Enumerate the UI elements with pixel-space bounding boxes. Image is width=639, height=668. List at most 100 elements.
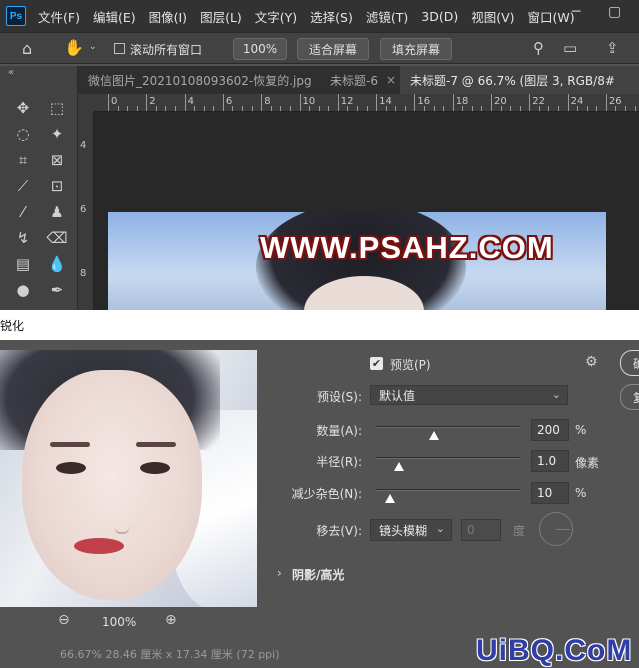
fill-screen-button[interactable]: 填充屏幕 (380, 38, 452, 60)
noise-slider-thumb[interactable] (385, 494, 395, 503)
ruler-minor-tick (367, 106, 368, 111)
canvas-area[interactable]: WWW.PSAHZ.COM (94, 112, 639, 318)
ruler-tick (108, 94, 109, 111)
canvas-watermark: WWW.PSAHZ.COM (260, 230, 554, 266)
scroll-all-label: 滚动所有窗口 (130, 41, 202, 58)
noise-slider-track[interactable] (376, 489, 520, 491)
ruler-minor-tick (472, 106, 473, 111)
move-tool-icon[interactable]: ✥ (10, 96, 36, 120)
pen-tool-icon[interactable]: ✒ (44, 278, 70, 302)
radius-slider-thumb[interactable] (394, 462, 404, 471)
angle-dial-needle (556, 529, 570, 530)
chevron-down-icon: ⌄ (436, 522, 445, 535)
tab-wechat-image[interactable]: 微信图片_20210108093602-恢复的.jpg × (78, 66, 320, 94)
photoshop-logo: Ps (6, 6, 26, 26)
amount-field[interactable]: 200 (531, 419, 569, 441)
menu-image[interactable]: 图像(I) (149, 7, 187, 26)
remove-value: 镜头模糊 (379, 522, 427, 539)
stamp-tool-icon[interactable]: ♟ (44, 200, 70, 224)
brow-shape (50, 442, 90, 447)
chevron-down-icon: ⌄ (552, 388, 561, 401)
close-icon[interactable]: × (386, 73, 396, 87)
reduce-noise-label: 减少杂色(N): (272, 485, 362, 502)
menu-view[interactable]: 视图(V) (471, 7, 514, 26)
preset-dropdown[interactable]: 默认值 ⌄ (370, 385, 568, 405)
gradient-tool-icon[interactable]: ▤ (10, 252, 36, 276)
menu-layer[interactable]: 图层(L) (200, 7, 242, 26)
lasso-tool-icon[interactable]: ◌ (10, 122, 36, 146)
chevron-right-icon[interactable]: › (277, 566, 282, 580)
noise-field[interactable]: 10 (531, 482, 569, 504)
ruler-minor-tick (625, 106, 626, 111)
ruler-tick (376, 94, 377, 111)
cancel-button[interactable]: 复 (620, 384, 639, 410)
scroll-all-checkbox[interactable] (114, 43, 125, 57)
menu-3d[interactable]: 3D(D) (421, 9, 458, 24)
radius-unit: 像素 (575, 454, 599, 471)
ruler-minor-tick (242, 106, 243, 111)
preview-checkbox[interactable]: ✔ (370, 357, 383, 370)
eye-shape (140, 462, 170, 474)
workspace-icon[interactable]: ▭ (563, 39, 577, 57)
ruler-label: 8 (264, 96, 270, 107)
ruler-minor-tick (319, 106, 320, 111)
maximize-icon[interactable]: ▢ (608, 4, 621, 20)
amount-slider-thumb[interactable] (429, 431, 439, 440)
shadows-highlights-label[interactable]: 阴影/高光 (292, 566, 344, 583)
eyedropper-icon[interactable]: ⟋ (10, 174, 36, 198)
dodge-tool-icon[interactable]: ● (10, 278, 36, 302)
fit-screen-button[interactable]: 适合屏幕 (297, 38, 369, 60)
menu-filter[interactable]: 滤镜(T) (366, 7, 408, 26)
brush-tool-icon[interactable]: ⁄ (10, 200, 36, 224)
ok-button[interactable]: 确 (620, 350, 639, 376)
angle-unit: 度 (513, 522, 525, 539)
crop-tool-icon[interactable]: ⌗ (10, 148, 36, 172)
lips-shape (74, 538, 124, 554)
ruler-label: 4 (80, 140, 86, 151)
menu-bar: Ps 文件(F) 编辑(E) 图像(I) 图层(L) 文字(Y) 选择(S) 滤… (0, 0, 639, 32)
blur-tool-icon[interactable]: 💧 (44, 252, 70, 276)
marquee-tool-icon[interactable]: ⬚ (44, 96, 70, 120)
angle-field[interactable]: 0 (461, 519, 501, 541)
ruler-minor-tick (204, 106, 205, 111)
gear-icon[interactable]: ⚙ (585, 354, 598, 370)
frame-tool-icon[interactable]: ⊠ (44, 148, 70, 172)
radius-slider-track[interactable] (376, 457, 520, 459)
home-icon[interactable]: ⌂ (22, 39, 32, 58)
eye-shape (56, 462, 86, 474)
menu-file[interactable]: 文件(F) (38, 7, 80, 26)
angle-dial[interactable] (539, 512, 573, 546)
zoom-out-icon[interactable]: ⊖ (58, 612, 70, 628)
history-brush-icon[interactable]: ↯ (10, 226, 36, 250)
chevron-down-icon[interactable]: ⌄ (89, 42, 97, 52)
amount-slider-track[interactable] (376, 426, 520, 428)
ruler-minor-tick (481, 106, 482, 111)
magic-wand-icon[interactable]: ✦ (44, 122, 70, 146)
patch-tool-icon[interactable]: ⊡ (44, 174, 70, 198)
ruler-minor-tick (510, 106, 511, 111)
zoom-100-button[interactable]: 100% (233, 38, 287, 60)
menu-type[interactable]: 文字(Y) (255, 7, 297, 26)
menu-select[interactable]: 选择(S) (310, 7, 353, 26)
ruler-minor-tick (424, 106, 425, 111)
site-watermark: UiBQ.CoM (476, 634, 632, 668)
menu-window[interactable]: 窗口(W) (528, 7, 575, 26)
tab-untitled-7[interactable]: 未标题-7 @ 66.7% (图层 3, RGB/8# (400, 66, 639, 94)
ruler-minor-tick (443, 106, 444, 111)
tab-untitled-6[interactable]: 未标题-6 × (320, 66, 400, 94)
radius-field[interactable]: 1.0 (531, 450, 569, 472)
zoom-in-icon[interactable]: ⊕ (165, 612, 177, 628)
search-icon[interactable]: ⚲ (533, 39, 544, 57)
remove-dropdown[interactable]: 镜头模糊 ⌄ (370, 519, 452, 541)
ruler-label: 6 (80, 204, 86, 215)
hand-tool-icon[interactable]: ✋ (64, 38, 84, 57)
ruler-minor-tick (347, 106, 348, 111)
share-icon[interactable]: ⇪ (606, 39, 619, 57)
tab-label: 未标题-7 @ 66.7% (图层 3, RGB/8# (410, 72, 615, 89)
collapse-icon[interactable]: « (8, 67, 14, 78)
minimize-icon[interactable]: ─ (572, 4, 580, 20)
preview-image[interactable] (0, 350, 257, 607)
nose-shape (114, 510, 130, 534)
eraser-icon[interactable]: ⌫ (44, 226, 70, 250)
menu-edit[interactable]: 编辑(E) (93, 7, 136, 26)
